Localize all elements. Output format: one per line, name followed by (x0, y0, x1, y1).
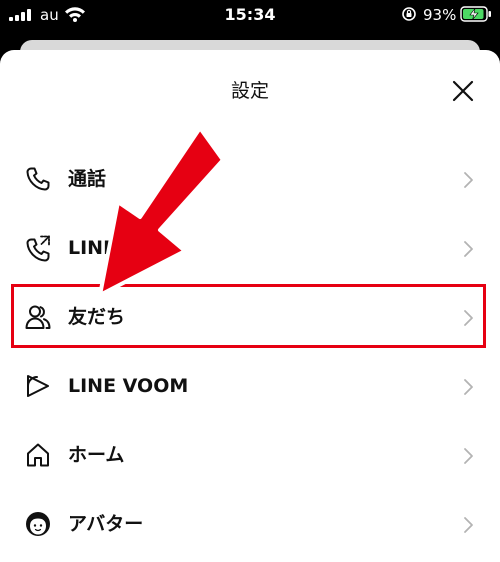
home-icon (27, 443, 49, 467)
status-bar: au 15:34 93% (0, 0, 500, 30)
chevron-right-icon (464, 172, 473, 188)
avatar-icon (26, 512, 50, 536)
close-icon[interactable] (450, 78, 476, 104)
menu-item-label: 通話 (68, 168, 107, 190)
phone-out-icon (26, 235, 50, 262)
battery-percent: 93% (423, 6, 457, 24)
voom-icon (27, 375, 49, 397)
menu-item-line-voom[interactable]: LINE VOOM (0, 354, 500, 418)
menu-item-home[interactable]: ホーム (0, 423, 500, 487)
battery-charging-icon (460, 6, 491, 22)
orientation-lock-icon (402, 7, 416, 21)
menu-item-call[interactable]: 通話 (0, 147, 500, 211)
menu-item-line[interactable]: LINE (0, 216, 500, 280)
menu-item-label: LINE VOOM (68, 375, 189, 397)
chevron-right-icon (464, 379, 473, 395)
chevron-right-icon (464, 241, 473, 257)
menu-item-avatar[interactable]: アバター (0, 492, 500, 556)
menu-item-label: アバター (68, 513, 144, 535)
menu-item-label: LINE (68, 237, 117, 259)
chevron-right-icon (464, 448, 473, 464)
menu-item-label: ホーム (68, 444, 125, 466)
highlight-box (11, 284, 486, 348)
sheet-title: 設定 (230, 80, 269, 102)
phone-icon (26, 167, 50, 191)
chevron-right-icon (464, 517, 473, 533)
